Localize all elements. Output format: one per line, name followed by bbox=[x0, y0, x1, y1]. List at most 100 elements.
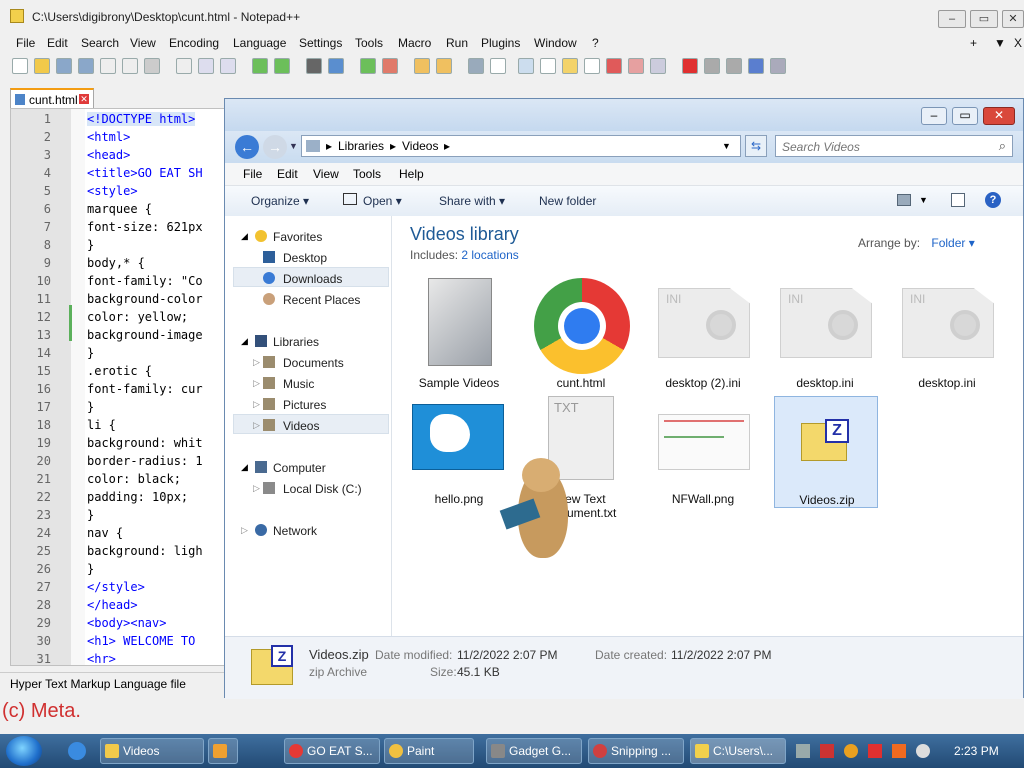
ie-icon[interactable] bbox=[68, 742, 86, 760]
npp-menu-view[interactable]: View bbox=[130, 36, 156, 50]
code-line[interactable]: </style> bbox=[87, 580, 145, 594]
npp-menu-plugins[interactable]: Plugins bbox=[481, 36, 520, 50]
explorer-close-button[interactable]: ✕ bbox=[983, 107, 1015, 125]
nav-libraries[interactable]: Libraries bbox=[273, 335, 319, 349]
code-line[interactable]: <h1> WELCOME TO bbox=[87, 634, 195, 648]
collapse-favorites-icon[interactable]: ◢ bbox=[241, 231, 248, 242]
breadcrumb-videos[interactable]: Videos bbox=[402, 139, 438, 153]
explorer-menu-view[interactable]: View bbox=[313, 167, 339, 181]
nav-local-disk[interactable]: Local Disk (C:) bbox=[283, 482, 362, 496]
file-item[interactable]: INI desktop (2).ini bbox=[648, 278, 758, 396]
search-box[interactable]: ⌕ bbox=[775, 135, 1013, 157]
code-line[interactable]: <title>GO EAT SH bbox=[87, 166, 203, 180]
paste-icon[interactable] bbox=[220, 58, 236, 74]
collapse-computer-icon[interactable]: ◢ bbox=[241, 462, 248, 473]
new-file-icon[interactable] bbox=[12, 58, 28, 74]
code-line[interactable]: } bbox=[87, 346, 94, 360]
doc-map-icon[interactable] bbox=[562, 58, 578, 74]
file-item[interactable]: cunt.html bbox=[526, 278, 636, 396]
expand-pictures-icon[interactable]: ▷ bbox=[253, 399, 260, 410]
play-macro-icon[interactable] bbox=[726, 58, 742, 74]
code-line[interactable]: li { bbox=[87, 418, 116, 432]
explorer-menu-edit[interactable]: Edit bbox=[277, 167, 298, 181]
close-file-icon[interactable] bbox=[100, 58, 116, 74]
code-line[interactable]: background-image bbox=[87, 328, 203, 342]
cut-icon[interactable] bbox=[176, 58, 192, 74]
nav-videos[interactable]: Videos bbox=[283, 419, 319, 433]
taskbar-paint[interactable]: Paint bbox=[384, 738, 474, 764]
npp-menu-run[interactable]: Run bbox=[446, 36, 468, 50]
arrange-dropdown[interactable]: Folder ▾ bbox=[931, 236, 974, 250]
hamster-gadget[interactable] bbox=[499, 458, 574, 568]
taskbar-media-player[interactable] bbox=[208, 738, 238, 764]
code-line[interactable]: color: black; bbox=[87, 472, 181, 486]
npp-menu-macro[interactable]: Macro bbox=[398, 36, 431, 50]
copy-icon[interactable] bbox=[198, 58, 214, 74]
tray-alert-icon[interactable] bbox=[892, 744, 906, 758]
tab-close-icon[interactable]: ✕ bbox=[79, 94, 89, 104]
search-input[interactable] bbox=[780, 138, 984, 156]
tray-volume-icon[interactable] bbox=[916, 744, 930, 758]
nav-favorites[interactable]: Favorites bbox=[273, 230, 322, 244]
breadcrumb-libraries[interactable]: Libraries bbox=[338, 139, 384, 153]
npp-tab-list-button[interactable]: ▼ bbox=[994, 36, 1006, 50]
nav-pictures[interactable]: Pictures bbox=[283, 398, 326, 412]
npp-maximize-button[interactable]: ▭ bbox=[970, 10, 998, 28]
code-line[interactable]: font-family: cur bbox=[87, 382, 203, 396]
includes-locations-link[interactable]: 2 locations bbox=[461, 248, 518, 262]
taskbar-gadget[interactable]: Gadget G... bbox=[486, 738, 582, 764]
open-button[interactable]: Open ▾ bbox=[363, 194, 402, 208]
explorer-menu-tools[interactable]: Tools bbox=[353, 167, 381, 181]
file-item-selected[interactable]: Z Videos.zip bbox=[774, 396, 878, 508]
npp-menu-file[interactable]: File bbox=[16, 36, 35, 50]
code-editor[interactable]: 1 <!DOCTYPE html> 2 <html> 3 <head> 4 <title>GO… bbox=[10, 108, 226, 666]
tab-cunt-html[interactable]: cunt.html ✕ bbox=[10, 88, 94, 108]
stop-macro-icon[interactable] bbox=[704, 58, 720, 74]
code-line[interactable]: background: whit bbox=[87, 436, 203, 450]
npp-minimize-button[interactable]: – bbox=[938, 10, 966, 28]
replace-icon[interactable] bbox=[328, 58, 344, 74]
npp-menu-encoding[interactable]: Encoding bbox=[169, 36, 219, 50]
function-list-icon[interactable] bbox=[584, 58, 600, 74]
save-all-icon[interactable] bbox=[78, 58, 94, 74]
tray-check-icon[interactable] bbox=[820, 744, 834, 758]
npp-menu-search[interactable]: Search bbox=[81, 36, 119, 50]
code-line[interactable]: .erotic { bbox=[87, 364, 152, 378]
file-item[interactable]: INI desktop.ini bbox=[770, 278, 880, 396]
explorer-minimize-button[interactable]: – bbox=[921, 107, 947, 125]
code-line[interactable]: font-family: "Co bbox=[87, 274, 203, 288]
share-with-button[interactable]: Share with ▾ bbox=[439, 194, 505, 208]
run-macro-multiple-icon[interactable] bbox=[748, 58, 764, 74]
tray-search-icon[interactable] bbox=[844, 744, 858, 758]
code-line[interactable]: <head> bbox=[87, 148, 130, 162]
zoom-in-icon[interactable] bbox=[360, 58, 376, 74]
new-folder-button[interactable]: New folder bbox=[539, 194, 596, 208]
recent-pages-chevron-icon[interactable]: ▼ bbox=[289, 141, 298, 151]
search-icon[interactable]: ⌕ bbox=[999, 138, 1006, 154]
folder-workspace-icon[interactable] bbox=[606, 58, 622, 74]
nav-documents[interactable]: Documents bbox=[283, 356, 344, 370]
sync-horizontal-icon[interactable] bbox=[436, 58, 452, 74]
code-line[interactable]: <style> bbox=[87, 184, 138, 198]
undo-icon[interactable] bbox=[252, 58, 268, 74]
expand-local-disk-icon[interactable]: ▷ bbox=[253, 483, 260, 494]
code-line[interactable]: } bbox=[87, 508, 94, 522]
view-dropdown-icon[interactable]: ▼ bbox=[919, 195, 928, 205]
taskbar-snipping[interactable]: Snipping ... bbox=[588, 738, 684, 764]
explorer-menu-help[interactable]: Help bbox=[399, 167, 424, 181]
code-line[interactable]: } bbox=[87, 400, 94, 414]
nav-music[interactable]: Music bbox=[283, 377, 314, 391]
back-button[interactable]: ← bbox=[235, 135, 259, 159]
monitor-icon[interactable] bbox=[628, 58, 644, 74]
lang-icon[interactable] bbox=[540, 58, 556, 74]
explorer-menu-file[interactable]: File bbox=[243, 167, 262, 181]
taskbar-chrome[interactable]: GO EAT S... bbox=[284, 738, 380, 764]
refresh-button[interactable]: ⇆ bbox=[745, 135, 767, 157]
explorer-maximize-button[interactable]: ▭ bbox=[952, 107, 978, 125]
code-line[interactable]: color: yellow; bbox=[87, 310, 188, 324]
expand-videos-icon[interactable]: ▷ bbox=[253, 420, 260, 431]
start-button[interactable] bbox=[6, 736, 42, 766]
tray-flag-icon[interactable] bbox=[868, 744, 882, 758]
code-line[interactable]: <body><nav> bbox=[87, 616, 166, 630]
nav-recent-places[interactable]: Recent Places bbox=[283, 293, 360, 307]
